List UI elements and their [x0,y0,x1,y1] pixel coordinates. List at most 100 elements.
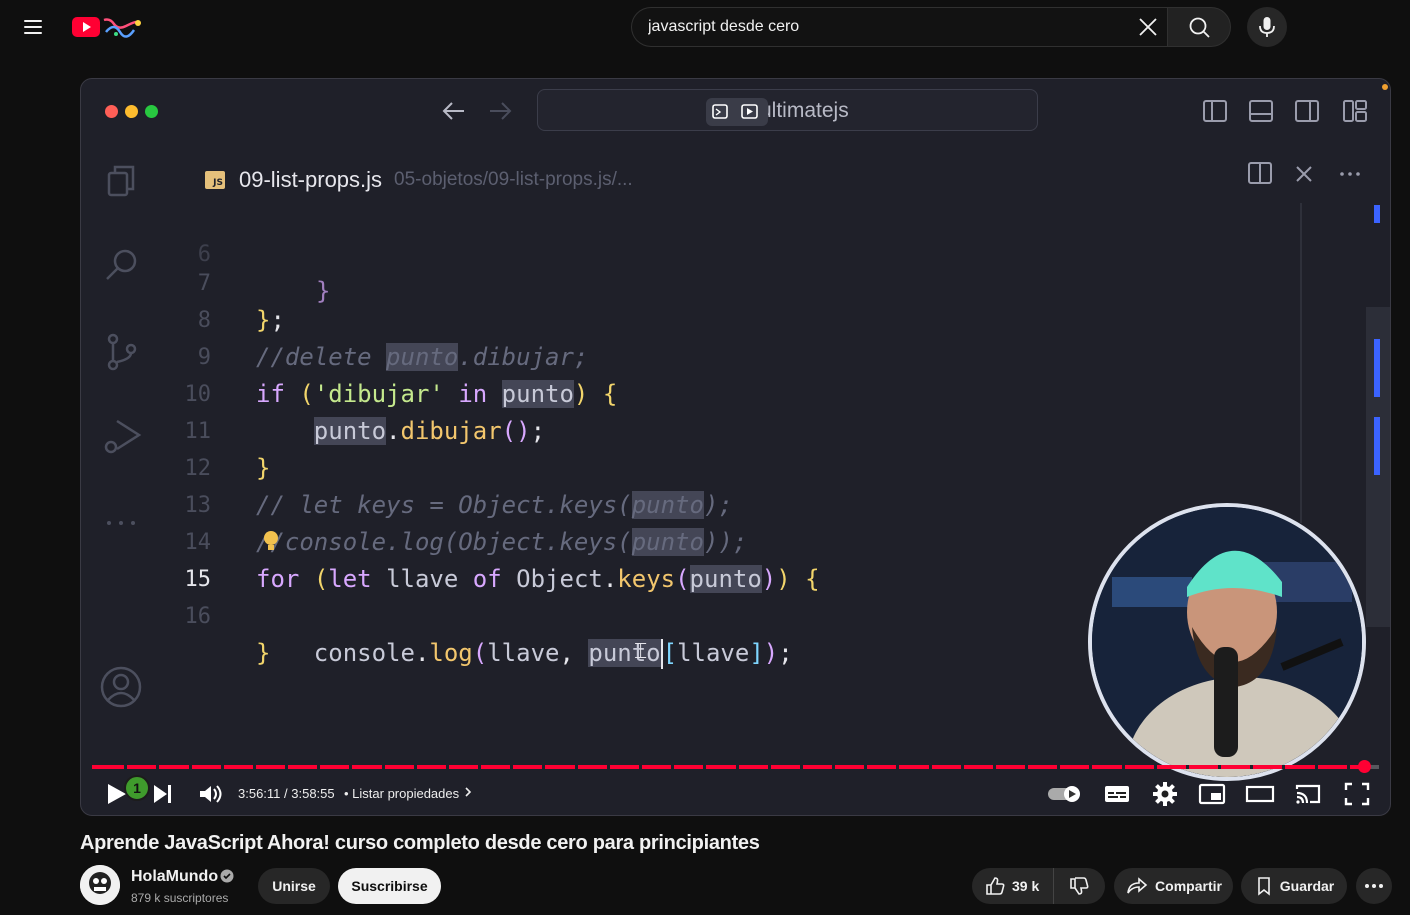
chapter-divider [285,765,288,769]
minimap-marker [1374,417,1380,475]
chapter-divider [929,765,932,769]
chapter-divider [1282,765,1285,769]
chapter-divider [1089,765,1092,769]
voice-search-button[interactable] [1247,7,1287,47]
minimap-marker [1374,339,1380,397]
youtube-logo[interactable] [72,14,152,40]
thumbs-down-icon [1070,877,1089,895]
chapter-divider [317,765,320,769]
chapter-divider [478,765,481,769]
chapter-divider [671,765,674,769]
fullscreen-icon[interactable] [1342,780,1372,808]
channel-avatar[interactable] [80,865,120,905]
chapter-divider [1347,765,1350,769]
menu-icon[interactable] [24,16,48,38]
settings-gear-icon[interactable] [1150,780,1180,808]
save-button[interactable]: Guardar [1241,868,1347,904]
more-options-button[interactable] [1356,868,1392,904]
chapter-divider [1057,765,1060,769]
editor-tab: JS 09-list-props.js 05-objetos/09-list-p… [201,157,633,203]
chapter-divider [253,765,256,769]
chapter-divider [768,765,771,769]
clear-search-icon[interactable] [1133,12,1163,42]
chapter-divider [993,765,996,769]
like-button[interactable]: 39 k [972,868,1054,904]
channel-logo-icon [80,865,120,905]
minimap-marker [1374,205,1380,223]
lightbulb-icon[interactable] [261,528,281,556]
toggle-panel-icon [1249,100,1273,122]
code-line: 7 }; [81,228,1281,334]
code-line: 14 for (let llave of Object.keys(punto))… [81,487,1281,593]
code-line: 12 // let keys = Object.keys(punto); [81,413,1281,519]
notification-dot [1382,84,1388,90]
mouse-cursor-icon: ⌶ [634,639,648,664]
cast-icon[interactable] [1293,780,1323,808]
dislike-button[interactable] [1054,868,1104,904]
chapter-divider [703,765,706,769]
code-line: 13 //console.log(Object.keys(punto)); [81,450,1281,556]
customize-layout-icon [1343,100,1367,122]
presenter-webcam [1088,503,1366,781]
code-line: 11 } [81,376,1281,482]
command-center: ultimatejs [537,89,1038,131]
subscribe-button[interactable]: Suscribirse [338,868,441,904]
time-display: 3:56:11 / 3:58:55 [238,786,335,801]
explorer-icon [107,165,135,197]
chapter-divider [446,765,449,769]
chapter-label: • Listar propiedades [344,786,460,801]
chapter-divider [382,765,385,769]
progress-bar[interactable] [92,760,1379,773]
line-number: 16 [184,604,212,629]
chapter-title[interactable]: • Listar propiedades [344,786,473,801]
chapter-divider [736,765,739,769]
subscriber-count: 879 k suscriptores [131,891,229,905]
search-box [631,7,1167,47]
code-line: 8 //delete punto.dibujar; [81,265,1281,371]
search-icon [1189,17,1210,38]
channel-name[interactable]: HolaMundo [131,868,218,886]
chapter-divider [800,765,803,769]
close-tab-icon [1296,166,1312,182]
like-count: 39 k [1012,878,1040,894]
subtitles-icon[interactable] [1102,780,1132,808]
share-label: Compartir [1155,878,1222,894]
chapter-divider [1250,765,1253,769]
progress-played [92,765,1364,769]
chapter-badge: 1 [124,775,150,801]
theater-mode-icon[interactable] [1245,780,1275,808]
volume-icon[interactable] [195,780,225,808]
join-button[interactable]: Unirse [258,868,330,904]
chapter-divider [1025,765,1028,769]
command-center-text: ultimatejs [760,99,849,122]
like-dislike-group: 39 k [972,868,1105,904]
more-actions-icon [1340,172,1360,176]
search-input[interactable] [648,8,1118,46]
chapter-divider [639,765,642,769]
loop-icon[interactable] [706,98,768,126]
editor-titlebar: ultimatejs [81,79,1390,143]
search-button[interactable] [1167,7,1231,47]
editor-guide-line [1300,203,1302,523]
autoplay-toggle-icon[interactable] [1046,780,1084,808]
player-overlay-buttons[interactable] [706,98,768,126]
next-video-icon[interactable] [148,780,178,808]
js-file-icon: JS [205,171,225,189]
share-button[interactable]: Compartir [1114,868,1233,904]
close-window-dot [105,105,118,118]
masthead [0,0,1410,56]
share-arrow-icon [1127,877,1148,894]
arrow-right-icon [490,102,512,120]
chevron-right-icon [465,787,471,797]
presenter-image [1092,507,1362,777]
code-line: 15 console.log(llave, punto[llave]); [81,524,1281,669]
chapter-divider [961,765,964,769]
bookmark-icon [1257,877,1270,896]
progress-scrubber[interactable] [1358,760,1371,773]
chapter-divider [510,765,513,769]
code-line: 9 if ('dibujar' in punto) { [81,302,1281,408]
code-line: 10 punto.dibujar(); [81,339,1281,445]
miniplayer-icon[interactable] [1197,780,1227,808]
arrow-left-icon [442,102,464,120]
minimize-window-dot [125,105,138,118]
